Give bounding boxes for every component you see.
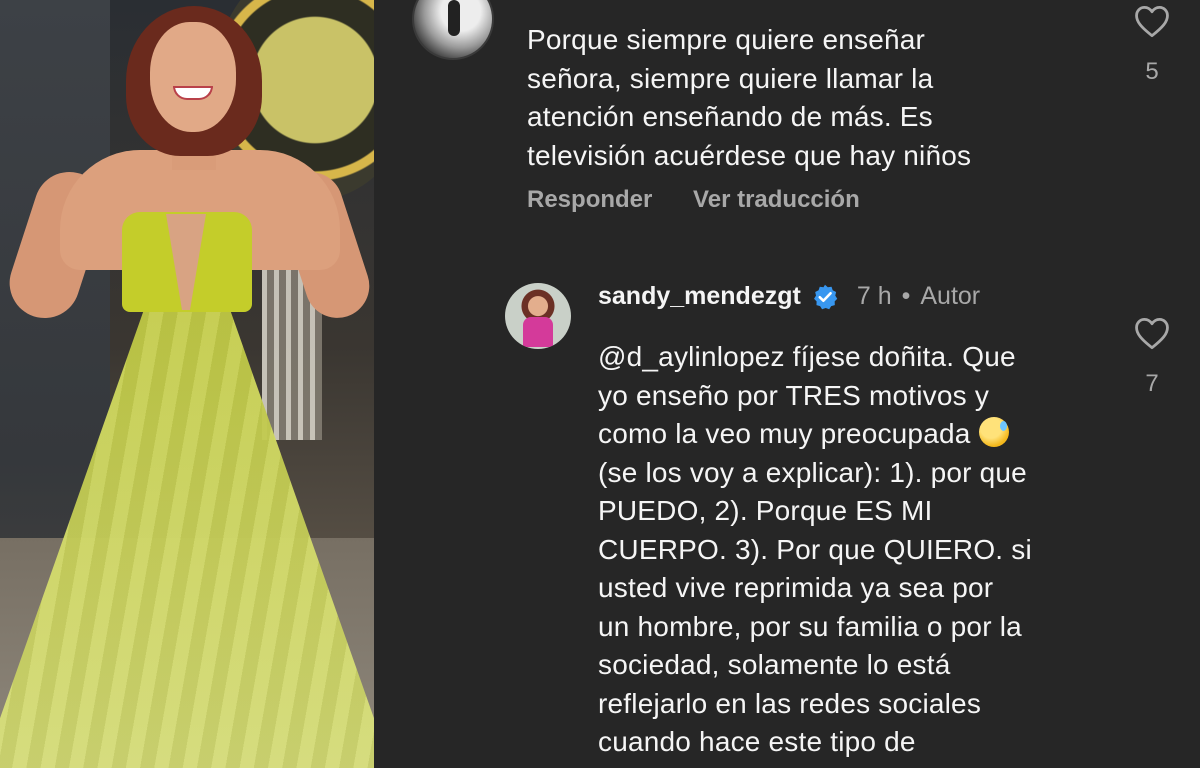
author-username[interactable]: sandy_mendezgt [598, 282, 801, 311]
comment-2-like[interactable]: 7 [1132, 316, 1172, 398]
verified-badge-icon [813, 284, 838, 309]
comment-line: yo enseño por TRES motivos y [598, 379, 990, 411]
comments-panel: Porque siempre quiere enseñar señora, si… [374, 0, 1200, 768]
photo-person [0, 0, 374, 768]
comment-line: (se los voy a explicar): 1). por que [598, 456, 1027, 488]
reply-button[interactable]: Responder [527, 186, 652, 213]
separator-dot: • [901, 282, 911, 310]
heart-outline-icon[interactable] [1133, 316, 1171, 350]
see-translation-button[interactable]: Ver traducción [693, 186, 860, 213]
commenter-avatar[interactable] [412, 0, 494, 60]
comment-line: un hombre, por su familia o por la [598, 610, 1022, 642]
comment-line: televisión acuérdese que hay niños [527, 139, 972, 171]
comment-line: como la veo muy preocupada [598, 418, 971, 449]
comment-line-with-emoji: como la veo muy preocupada [598, 415, 1118, 454]
comment-line: atención enseñando de más. Es [527, 101, 933, 132]
comment-time: 7 h [856, 282, 892, 310]
post-photo[interactable] [0, 0, 374, 768]
comment-2-text: @d_aylinlopez fíjese doñita. Que yo ense… [598, 338, 1118, 762]
comment-line: @d_aylinlopez fíjese doñita. Que [598, 341, 1016, 372]
comment-line: señora, siempre quiere llamar la [527, 62, 934, 94]
comment-line: CUERPO. 3). Por que QUIERO. si [598, 533, 1032, 565]
comment-line: cuando hace este tipo de [598, 726, 916, 757]
comment-1-actions: Responder Ver traducción [527, 186, 894, 214]
author-avatar[interactable] [505, 283, 571, 349]
author-badge: Autor [920, 282, 981, 310]
comment-line: sociedad, solamente lo está [598, 649, 951, 680]
comment-line: reflejarlo en las redes sociales [598, 687, 982, 719]
like-count: 5 [1145, 58, 1159, 85]
grinning-sweat-emoji-icon [978, 417, 1009, 447]
comment-2-header: sandy_mendezgt 7 h • Autor [598, 282, 980, 311]
comment-1-text: Porque siempre quiere enseñar señora, si… [527, 21, 1047, 175]
photo-face [150, 22, 236, 132]
comment-line: PUEDO, 2). Porque ES MI [598, 495, 933, 526]
heart-outline-icon[interactable] [1133, 4, 1171, 38]
comment-1-like[interactable]: 5 [1132, 4, 1172, 86]
comment-line: usted vive reprimida ya sea por [598, 572, 994, 603]
comment-line: Porque siempre quiere enseñar [527, 24, 926, 55]
like-count: 7 [1145, 370, 1159, 397]
photo-dress-folds [0, 305, 374, 768]
